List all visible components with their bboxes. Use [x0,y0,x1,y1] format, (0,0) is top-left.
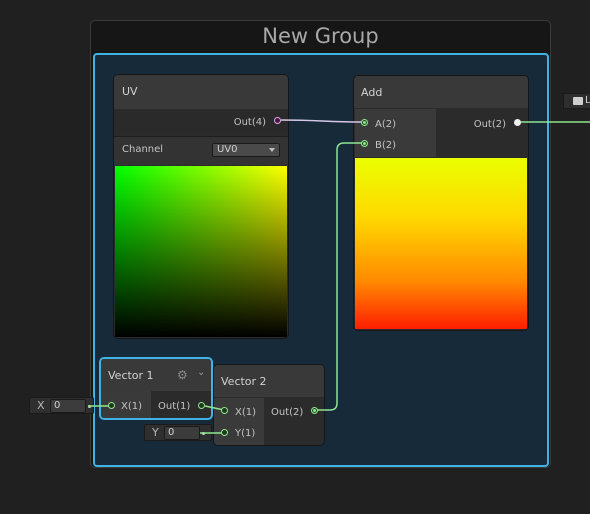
add-input-a-port[interactable] [361,119,368,126]
vector1-input-label: X(1) [121,401,143,412]
vector2-node[interactable]: Vector 2 X(1) Y(1) Out(2) [213,364,325,446]
vector2-input-x-label: X(1) [235,407,257,418]
add-node[interactable]: Add A(2) B(2) Out(2) [353,75,529,331]
chevron-down-icon[interactable]: ⌄ [197,367,205,378]
vector2-node-title: Vector 2 [221,375,267,388]
add-output-port[interactable] [514,119,521,126]
vector1-node-title: Vector 1 [108,369,154,382]
right-edge-node-label: L [585,95,590,106]
vector1-node-header[interactable]: Vector 1 ⚙ ⌄ [101,359,211,391]
y-field-connector-dot [202,432,205,435]
vector2-output-port[interactable] [311,407,318,414]
add-output-label: Out(2) [473,119,506,130]
image-icon [573,97,583,105]
vector1-output-label: Out(1) [158,401,191,412]
vector1-input-port[interactable] [108,402,115,409]
vector2-input-y-port[interactable] [221,429,228,436]
uv-output-label: Out(4) [233,117,266,128]
add-node-title: Add [361,86,383,99]
x-field-value[interactable]: 0 [50,399,86,413]
add-preview [355,158,527,329]
uv-node-header[interactable]: UV [114,75,288,109]
uv-output-port[interactable] [274,117,281,124]
x-field-connector-dot [88,405,91,408]
uv-channel-dropdown[interactable]: UV0 [212,143,280,157]
vector2-input-x-port[interactable] [221,407,228,414]
vector2-output-label: Out(2) [271,407,304,418]
vector1-output-port[interactable] [198,402,205,409]
uv-channel-label: Channel [122,144,164,155]
right-edge-node[interactable]: L [563,93,590,109]
vector2-input-y-label: Y(1) [235,428,256,439]
add-input-b-label: B(2) [375,140,397,151]
uv-node-title: UV [122,85,138,98]
y-input-field[interactable]: Y 0 [144,424,212,441]
chevron-down-icon [269,148,275,152]
uv-channel-value: UV0 [217,144,238,155]
y-field-value[interactable]: 0 [164,426,200,440]
uv-preview [115,166,287,337]
uv-node[interactable]: UV Out(4) Channel UV0 [113,74,289,339]
vector1-node[interactable]: Vector 1 ⚙ ⌄ X(1) Out(1) [99,357,213,420]
gear-icon[interactable]: ⚙ [177,368,188,382]
add-input-a-label: A(2) [375,119,397,130]
add-node-header[interactable]: Add [354,76,528,108]
x-field-label: X [37,399,45,412]
y-field-label: Y [152,426,159,439]
add-input-b-port[interactable] [361,140,368,147]
group-title[interactable]: New Group [90,22,551,52]
x-input-field[interactable]: X 0 [29,397,94,414]
vector2-node-header[interactable]: Vector 2 [214,365,324,397]
